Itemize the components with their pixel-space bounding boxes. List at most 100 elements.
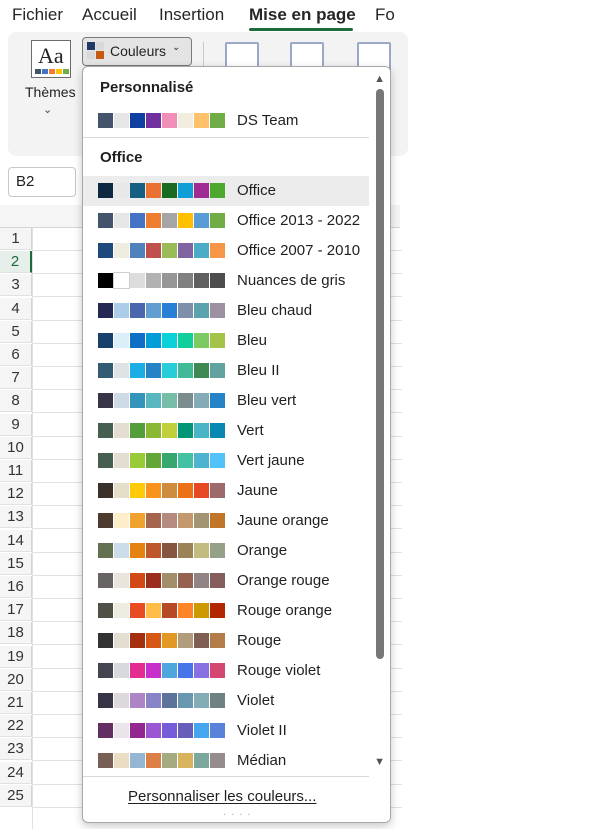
color-scheme-item[interactable]: Rouge violet <box>83 656 369 686</box>
color-scheme-label: Office <box>237 182 276 199</box>
row-header[interactable]: 11 <box>0 460 32 482</box>
color-swatch <box>98 723 113 738</box>
color-scheme-item[interactable]: Vert jaune <box>83 446 369 476</box>
color-swatch <box>178 513 193 528</box>
color-scheme-item[interactable]: Rouge <box>83 626 369 656</box>
row-header[interactable]: 7 <box>0 367 32 390</box>
tab-formules[interactable]: Fo <box>375 5 395 25</box>
scroll-up-icon[interactable]: ▲ <box>374 73 385 85</box>
color-swatch <box>162 603 177 618</box>
row-header[interactable]: 21 <box>0 692 32 714</box>
color-swatch <box>146 363 161 378</box>
row-header[interactable]: 12 <box>0 483 32 506</box>
color-swatch <box>210 243 225 258</box>
color-swatch <box>178 453 193 468</box>
color-scheme-item[interactable]: Bleu chaud <box>83 296 369 326</box>
color-swatch <box>114 243 129 258</box>
themes-button-label[interactable]: Thèmes <box>25 84 76 100</box>
color-swatch <box>130 573 145 588</box>
name-box[interactable]: B2 <box>8 167 76 197</box>
color-scheme-item[interactable]: Violet <box>83 686 369 716</box>
color-swatches <box>98 723 226 738</box>
row-header[interactable]: 14 <box>0 529 32 552</box>
color-swatch <box>210 663 225 678</box>
row-header[interactable]: 23 <box>0 738 32 761</box>
resize-grip[interactable]: · · · · <box>223 809 252 820</box>
color-scheme-item[interactable]: Jaune <box>83 476 369 506</box>
color-swatch <box>98 113 113 128</box>
color-scheme-item[interactable]: Bleu II <box>83 356 369 386</box>
color-swatch <box>146 213 161 228</box>
color-scheme-item[interactable]: Office 2007 - 2010 <box>83 236 369 266</box>
row-header[interactable]: 3 <box>0 274 32 297</box>
row-header[interactable]: 24 <box>0 761 32 784</box>
couleurs-button[interactable]: Couleurs ⌄ <box>82 37 192 66</box>
themes-icon[interactable]: Aa <box>31 40 71 78</box>
color-scheme-item[interactable]: Orange <box>83 536 369 566</box>
row-header[interactable]: 20 <box>0 668 32 691</box>
color-swatch <box>194 663 209 678</box>
row-header[interactable]: 1 <box>0 228 32 250</box>
color-scheme-item[interactable]: Vert <box>83 416 369 446</box>
color-scheme-label: Nuances de gris <box>237 272 346 289</box>
color-swatches <box>98 272 226 289</box>
color-swatch <box>146 483 161 498</box>
color-swatch <box>178 213 193 228</box>
row-header[interactable]: 22 <box>0 715 32 738</box>
row-header[interactable]: 25 <box>0 784 32 807</box>
color-swatches <box>98 483 226 498</box>
color-swatch <box>162 483 177 498</box>
row-header[interactable]: 5 <box>0 320 32 343</box>
row-header[interactable]: 15 <box>0 552 32 575</box>
row-header[interactable]: 2 <box>0 251 32 274</box>
color-swatch <box>130 753 145 768</box>
row-header[interactable]: 8 <box>0 390 32 413</box>
tab-accueil[interactable]: Accueil <box>82 5 137 25</box>
color-scheme-item[interactable]: Orange rouge <box>83 566 369 596</box>
color-swatch <box>114 633 129 648</box>
color-swatches <box>98 213 226 228</box>
color-scheme-item[interactable]: Bleu <box>83 326 369 356</box>
row-header[interactable]: 16 <box>0 576 32 598</box>
tab-insertion[interactable]: Insertion <box>159 5 224 25</box>
tab-fichier[interactable]: Fichier <box>12 5 63 25</box>
color-scheme-label: Bleu II <box>237 362 280 379</box>
color-swatch <box>194 423 209 438</box>
color-scheme-item[interactable]: Médian <box>83 746 369 776</box>
color-scheme-label: Bleu chaud <box>237 302 313 319</box>
row-header[interactable]: 18 <box>0 622 32 645</box>
scroll-down-icon[interactable]: ▼ <box>374 756 385 768</box>
color-scheme-item[interactable]: Office 2013 - 2022 <box>83 206 369 236</box>
color-swatch <box>178 573 193 588</box>
color-swatch <box>178 363 193 378</box>
tab-mise-en-page[interactable]: Mise en page <box>249 5 356 25</box>
row-header[interactable]: 19 <box>0 645 32 668</box>
palette-icon <box>87 42 104 59</box>
color-scheme-label: Vert jaune <box>237 452 305 469</box>
color-scheme-item[interactable]: Jaune orange <box>83 506 369 536</box>
color-swatch <box>130 513 145 528</box>
scrollbar[interactable]: ▲ ▼ <box>370 67 390 822</box>
row-header[interactable]: 17 <box>0 599 32 622</box>
color-swatch <box>162 453 177 468</box>
customize-colors-link[interactable]: Personnaliser les couleurs... <box>128 788 316 805</box>
row-header[interactable]: 9 <box>0 413 32 436</box>
color-scheme-item[interactable]: DS Team <box>83 106 369 136</box>
color-scheme-item[interactable]: Violet II <box>83 716 369 746</box>
row-header[interactable]: 4 <box>0 297 32 320</box>
color-scheme-label: Bleu vert <box>237 392 297 409</box>
row-header[interactable]: 10 <box>0 436 32 459</box>
color-scheme-item[interactable]: Nuances de gris <box>83 266 369 296</box>
chevron-down-icon[interactable]: ⌄ <box>43 103 52 116</box>
color-scheme-item[interactable]: Rouge orange <box>83 596 369 626</box>
color-scheme-item[interactable]: Bleu vert <box>83 386 369 416</box>
row-header[interactable]: 13 <box>0 506 32 529</box>
color-scheme-label: Jaune orange <box>237 512 329 529</box>
row-header[interactable]: 6 <box>0 344 32 366</box>
color-swatch <box>146 693 161 708</box>
color-scheme-item[interactable]: Office <box>83 176 369 206</box>
color-scheme-label: Orange <box>237 542 288 559</box>
color-swatches <box>98 603 226 618</box>
color-swatch <box>210 213 225 228</box>
scrollbar-thumb[interactable] <box>376 89 384 659</box>
